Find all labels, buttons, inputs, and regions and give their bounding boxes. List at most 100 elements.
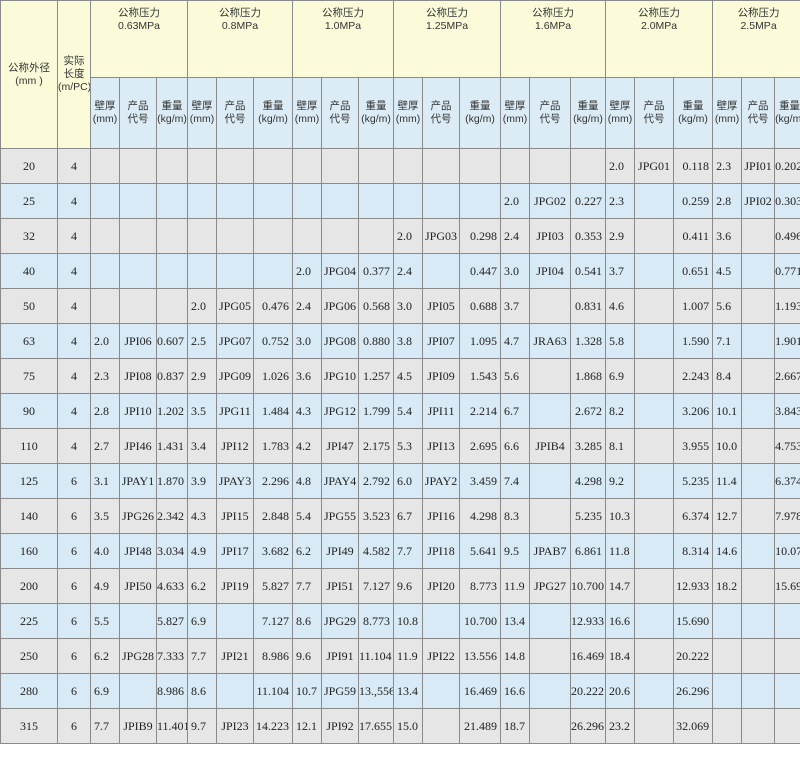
- wall-thickness-cell: [90, 183, 120, 219]
- product-code-cell: [529, 603, 572, 639]
- weight-cell: 13.,556: [358, 673, 395, 709]
- wall-thickness-cell: 2.0: [605, 148, 636, 184]
- subheader-wall: 壁厚 (mm): [187, 77, 217, 149]
- product-code-cell: [741, 218, 776, 254]
- weight-cell: 0.118: [673, 148, 714, 184]
- weight-cell: 3.206: [673, 393, 714, 429]
- product-code-cell: [529, 498, 572, 534]
- product-code-cell: JPG06: [321, 288, 360, 324]
- product-code-cell: JPG04: [321, 253, 360, 289]
- length-cell: 4: [57, 393, 91, 429]
- weight-cell: 1.799: [358, 393, 395, 429]
- product-code-cell: [216, 218, 254, 254]
- product-code-cell: [741, 673, 776, 709]
- wall-thickness-cell: 8.1: [605, 428, 636, 464]
- weight-cell: 16.469: [459, 673, 502, 709]
- product-code-cell: [529, 288, 572, 324]
- weight-cell: 17.655: [358, 708, 395, 744]
- product-code-cell: JPI48: [119, 533, 157, 569]
- wall-thickness-cell: 2.9: [187, 358, 217, 394]
- product-code-cell: [119, 148, 157, 184]
- subheader-wall: 壁厚 (mm): [393, 77, 424, 149]
- pipe-spec-table: 公称外径 (mm ) 实际 长度 (m/PC) 公称压力 0.63MPa 公称压力 0.8…: [0, 0, 800, 744]
- product-code-cell: JPAY3: [216, 463, 254, 499]
- product-code-cell: [634, 673, 675, 709]
- wall-thickness-cell: 3.6: [712, 218, 743, 254]
- wall-thickness-cell: 6.6: [500, 428, 531, 464]
- product-code-cell: JPG59: [321, 673, 360, 709]
- weight-cell: 5.235: [673, 463, 714, 499]
- weight-cell: 10.700: [570, 568, 607, 604]
- wall-thickness-cell: 13.4: [393, 673, 424, 709]
- product-code-cell: JPI13: [422, 428, 461, 464]
- product-code-cell: JPIB9: [119, 708, 157, 744]
- wall-thickness-cell: 3.5: [187, 393, 217, 429]
- product-code-cell: [741, 253, 776, 289]
- weight-cell: 1.095: [459, 323, 502, 359]
- product-code-cell: JPI19: [216, 568, 254, 604]
- weight-cell: 15.690: [774, 568, 800, 604]
- weight-cell: 6.374: [774, 463, 800, 499]
- product-code-cell: [119, 183, 157, 219]
- product-code-cell: [741, 463, 776, 499]
- weight-cell: 2.243: [673, 358, 714, 394]
- product-code-cell: JPI08: [119, 358, 157, 394]
- weight-cell: 0.303: [774, 183, 800, 219]
- wall-thickness-cell: 6.2: [90, 638, 120, 674]
- wall-thickness-cell: 10.1: [712, 393, 743, 429]
- weight-cell: 2.296: [252, 463, 294, 499]
- wall-thickness-cell: 3.9: [187, 463, 217, 499]
- wall-thickness-cell: 8.4: [712, 358, 743, 394]
- subheader-code: 产品 代号: [634, 77, 675, 149]
- product-code-cell: JPI04: [529, 253, 572, 289]
- weight-cell: 15.690: [673, 603, 714, 639]
- product-code-cell: [634, 253, 675, 289]
- weight-cell: 4.633: [156, 568, 188, 604]
- wall-thickness-cell: [292, 218, 323, 254]
- product-code-cell: [741, 708, 776, 744]
- wall-thickness-cell: 5.6: [500, 358, 531, 394]
- table-row: 125 6 3.1 JPAY1 1.870 3.9 JPAY3 2.296 4.8 JPAY4 2.…: [0, 463, 800, 499]
- product-code-cell: JPI23: [216, 708, 254, 744]
- wall-thickness-cell: 4.9: [187, 533, 217, 569]
- wall-thickness-cell: 4.0: [90, 533, 120, 569]
- product-code-cell: JPI21: [216, 638, 254, 674]
- weight-cell: 12.933: [673, 568, 714, 604]
- wall-thickness-cell: 9.2: [605, 463, 636, 499]
- product-code-cell: JPG26: [119, 498, 157, 534]
- product-code-cell: [741, 533, 776, 569]
- table-row: 25 4 2.0 JPG02 0.227 2.3 0.259 2.8 JPI02 0.303: [0, 183, 800, 219]
- table-row: 250 6 6.2 JPG28 7.333 7.7 JPI21 8.986 9.6 JPI91 11…: [0, 638, 800, 674]
- wall-thickness-cell: 8.2: [605, 393, 636, 429]
- outer-diameter-cell: 140: [0, 498, 58, 534]
- product-code-cell: JPI02: [741, 183, 776, 219]
- length-cell: 6: [57, 673, 91, 709]
- wall-thickness-cell: 10.8: [393, 603, 424, 639]
- length-cell: 4: [57, 183, 91, 219]
- subheader-wall: 壁厚 (mm): [605, 77, 636, 149]
- product-code-cell: [422, 148, 461, 184]
- weight-cell: 5.827: [156, 603, 188, 639]
- product-code-cell: [634, 603, 675, 639]
- product-code-cell: [741, 568, 776, 604]
- product-code-cell: JPI01: [741, 148, 776, 184]
- wall-thickness-cell: [187, 218, 217, 254]
- wall-thickness-cell: [500, 148, 531, 184]
- wall-thickness-cell: 14.7: [605, 568, 636, 604]
- wall-thickness-cell: 3.7: [500, 288, 531, 324]
- weight-cell: 7.333: [156, 638, 188, 674]
- wall-thickness-cell: 4.7: [500, 323, 531, 359]
- product-code-cell: [119, 218, 157, 254]
- wall-thickness-cell: 2.4: [292, 288, 323, 324]
- wall-thickness-cell: 2.0: [292, 253, 323, 289]
- weight-cell: 7.127: [358, 568, 395, 604]
- wall-thickness-cell: 11.4: [712, 463, 743, 499]
- wall-thickness-cell: 9.6: [292, 638, 323, 674]
- table-row: 280 6 6.9 8.986 8.6 11.104 10.7 JPG59 13.,556 13.…: [0, 673, 800, 709]
- weight-cell: [358, 183, 395, 219]
- product-code-cell: [634, 708, 675, 744]
- weight-cell: 8.773: [358, 603, 395, 639]
- wall-thickness-cell: [90, 218, 120, 254]
- outer-diameter-cell: 63: [0, 323, 58, 359]
- wall-thickness-cell: 7.1: [712, 323, 743, 359]
